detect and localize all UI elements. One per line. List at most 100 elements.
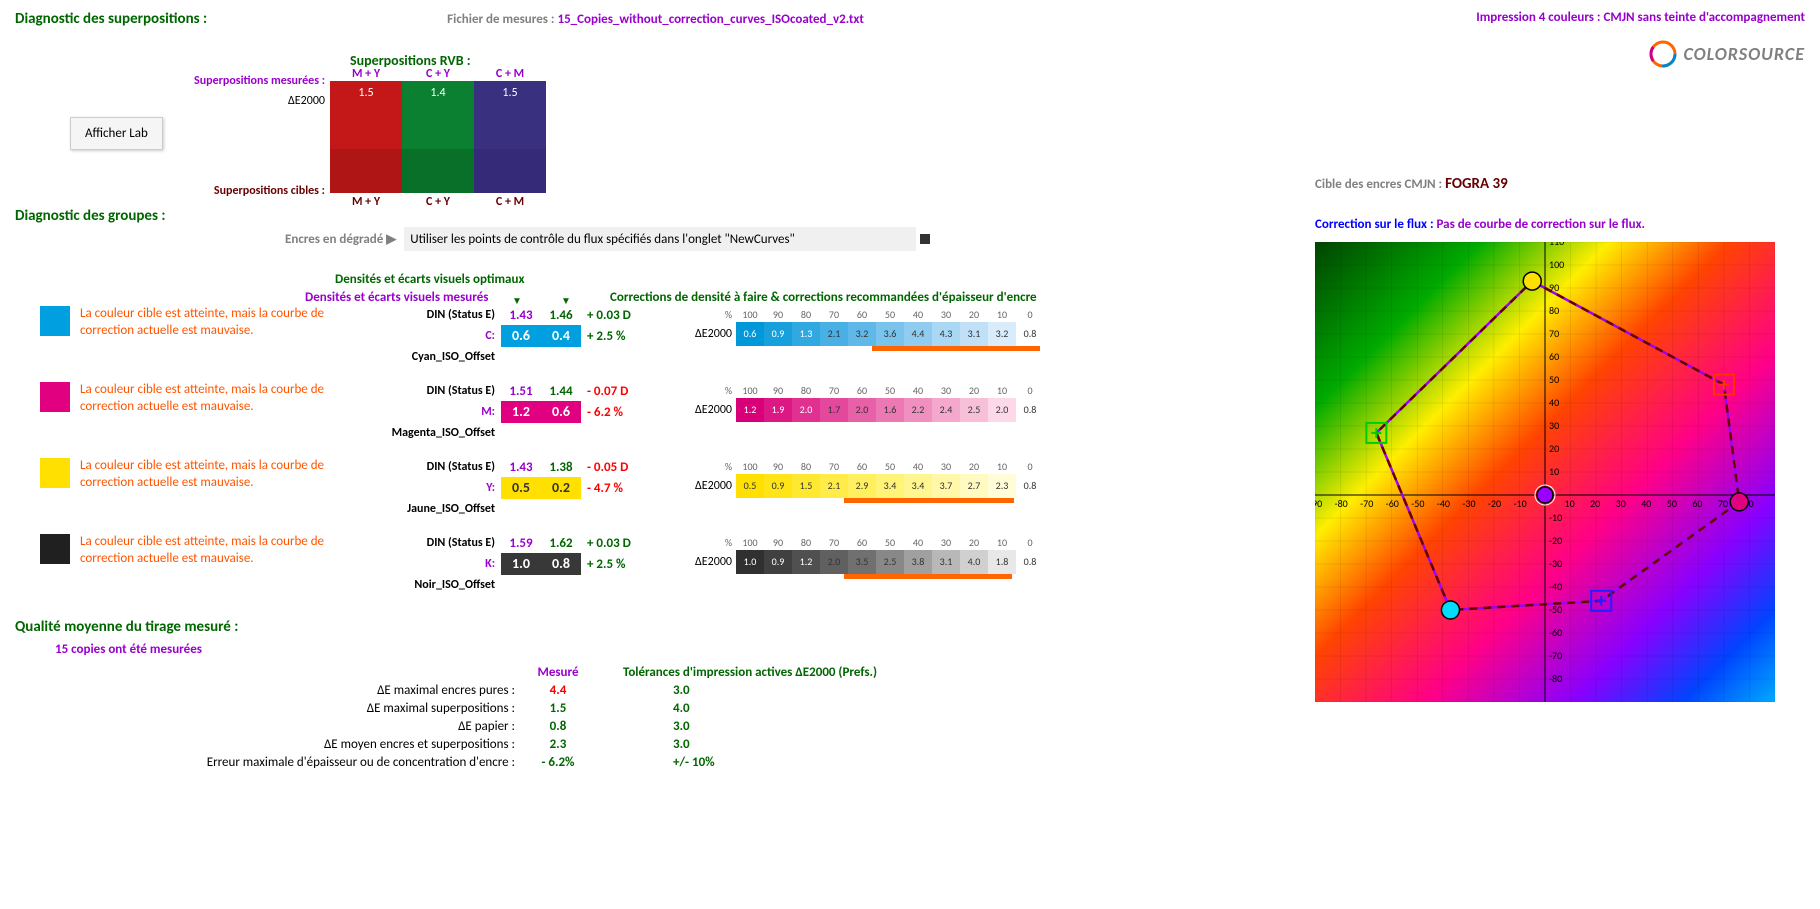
grad-header: 30 — [932, 384, 960, 397]
ink-warning-text: La couleur cible est atteinte, mais la c… — [80, 306, 370, 340]
grad-cell: 2.3 — [988, 474, 1016, 498]
ink-name: Cyan_ISO_Offset — [375, 350, 501, 364]
overprint-measured-swatch — [330, 105, 402, 149]
din-label: DIN (Status E) — [375, 308, 501, 322]
ink-target-value: FOGRA 39 — [1445, 175, 1508, 193]
overprint-col-header: C + Y — [402, 67, 474, 81]
svg-text:-80: -80 — [1335, 497, 1348, 510]
svg-text:70: 70 — [1718, 497, 1728, 510]
ink-warning-text: La couleur cible est atteinte, mais la c… — [80, 458, 370, 492]
grad-cell: 3.2 — [848, 322, 876, 346]
chevron-down-icon[interactable] — [920, 234, 930, 244]
correction-label: Correction sur le flux : — [1315, 217, 1434, 232]
din-optimal: 1.44 — [541, 384, 581, 399]
svg-text:40: 40 — [1549, 396, 1559, 409]
svg-text:100: 100 — [1549, 258, 1564, 271]
ink-target-label: Cible des encres CMJN : — [1315, 177, 1442, 192]
ink-warning-text: La couleur cible est atteinte, mais la c… — [80, 382, 370, 416]
grad-cell: 3.4 — [904, 474, 932, 498]
din-delta: - 0.05 D — [581, 460, 667, 475]
grad-header: 80 — [792, 384, 820, 397]
de-measured-cell: 1.0 — [501, 553, 541, 575]
tolerance-bar — [844, 498, 1014, 503]
grad-header: 0 — [1016, 536, 1044, 549]
grad-header: 70 — [820, 308, 848, 321]
measured-densities-title: Densités et écarts visuels mesurés — [305, 290, 488, 305]
din-label: DIN (Status E) — [375, 460, 501, 474]
grad-header: 90 — [764, 384, 792, 397]
grad-cell: 1.0 — [736, 550, 764, 574]
show-lab-button[interactable]: Afficher Lab — [70, 117, 163, 150]
din-delta: - 0.07 D — [581, 384, 667, 399]
din-measured: 1.51 — [501, 384, 541, 399]
ink-name: Noir_ISO_Offset — [375, 578, 501, 592]
grad-cell: 2.5 — [960, 398, 988, 422]
grad-cell: 0.8 — [1016, 474, 1044, 498]
ink-swatch — [40, 306, 70, 336]
grad-header: 50 — [876, 308, 904, 321]
svg-text:-70: -70 — [1360, 497, 1373, 510]
quality-label: ΔE maximal encres pures : — [15, 683, 523, 698]
grad-header: 20 — [960, 536, 988, 549]
svg-text:-30: -30 — [1549, 557, 1562, 570]
svg-text:-10: -10 — [1549, 511, 1562, 524]
ink-letter: C: — [375, 329, 501, 343]
grad-cell: 4.0 — [960, 550, 988, 574]
grad-header: 10 — [988, 536, 1016, 549]
overprint-col-header: M + Y — [330, 67, 402, 81]
grad-header: 20 — [960, 308, 988, 321]
grad-header: 40 — [904, 536, 932, 549]
measured-header: Mesuré — [523, 665, 593, 680]
grad-cell: 1.3 — [792, 322, 820, 346]
grad-header: 40 — [904, 384, 932, 397]
ink-letter: M: — [375, 405, 501, 419]
grad-header: 100 — [736, 384, 764, 397]
grad-header: 90 — [764, 460, 792, 473]
grad-header: 0 — [1016, 384, 1044, 397]
din-delta: + 0.03 D — [581, 308, 667, 323]
quality-value: 4.4 — [523, 683, 593, 698]
de-measured-cell: 1.2 — [501, 401, 541, 423]
grad-header: 70 — [820, 460, 848, 473]
svg-text:-60: -60 — [1549, 626, 1562, 639]
grad-header: 50 — [876, 460, 904, 473]
svg-text:-30: -30 — [1462, 497, 1475, 510]
de-delta: - 6.2 % — [581, 405, 667, 420]
grad-header: 80 — [792, 536, 820, 549]
svg-text:60: 60 — [1692, 497, 1702, 510]
quality-value: - 6.2% — [523, 755, 593, 770]
grad-header: 0 — [1016, 308, 1044, 321]
de-measured-cell: 0.6 — [501, 325, 541, 347]
grad-cell: 1.2 — [736, 398, 764, 422]
de-measured-cell: 0.5 — [501, 477, 541, 499]
grad-header: 10 — [988, 384, 1016, 397]
grad-cell: 2.1 — [820, 474, 848, 498]
grad-cell: 2.7 — [960, 474, 988, 498]
svg-text:-50: -50 — [1411, 497, 1424, 510]
overprint-de-cell: 1.4 — [402, 81, 474, 105]
quality-value: 2.3 — [523, 737, 593, 752]
svg-text:60: 60 — [1549, 350, 1559, 363]
file-label: Fichier de mesures : — [447, 12, 554, 27]
ink-name: Jaune_ISO_Offset — [375, 502, 501, 516]
grad-header: 20 — [960, 460, 988, 473]
din-delta: + 0.03 D — [581, 536, 667, 551]
overprint-target-swatch — [402, 149, 474, 193]
svg-text:30: 30 — [1549, 419, 1559, 432]
grad-cell: 3.2 — [988, 322, 1016, 346]
svg-text:-70: -70 — [1549, 649, 1562, 662]
grad-cell: 1.9 — [764, 398, 792, 422]
quality-tolerance: 3.0 — [593, 683, 813, 698]
ink-letter: K: — [375, 557, 501, 571]
control-points-dropdown[interactable]: Utiliser les points de contrôle du flux … — [404, 227, 916, 251]
svg-text:10: 10 — [1565, 497, 1575, 510]
quality-label: ΔE papier : — [15, 719, 523, 734]
ink-swatch — [40, 382, 70, 412]
grad-cell: 1.8 — [988, 550, 1016, 574]
tolerance-header: Tolérances d'impression actives ΔE2000 (… — [593, 665, 1043, 680]
svg-text:80: 80 — [1549, 304, 1559, 317]
svg-text:20: 20 — [1549, 442, 1559, 455]
ink-warning-text: La couleur cible est atteinte, mais la c… — [80, 534, 370, 568]
overprint-de-cell: 1.5 — [474, 81, 546, 105]
de2000-label: ΔE2000 — [165, 94, 325, 108]
